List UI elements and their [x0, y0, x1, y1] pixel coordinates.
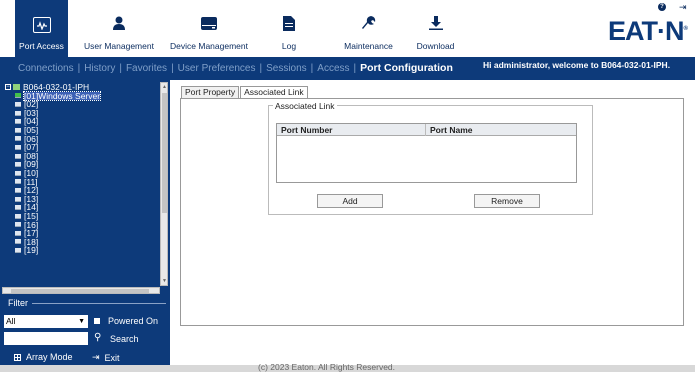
- nav-link-history[interactable]: History: [84, 63, 115, 74]
- computer-icon: [15, 205, 21, 211]
- computer-icon: [15, 170, 21, 176]
- filter-label: Filter: [8, 298, 28, 308]
- tab-panel: Associated Link Port Number Port Name Ad…: [180, 98, 684, 326]
- array-mode-label: Array Mode: [26, 352, 73, 362]
- search-icon[interactable]: ⚲: [94, 332, 101, 343]
- footer: (c) 2023 Eaton. All Rights Reserved.: [0, 362, 695, 372]
- computer-icon: [15, 230, 21, 236]
- left-panel: − B064-032-01-IPH [01]Windows Server [02…: [0, 80, 170, 372]
- scrollbar-thumb[interactable]: [162, 93, 167, 213]
- computer-icon: [15, 110, 21, 116]
- top-toolbar: Port Access User Management Device Manag…: [0, 0, 695, 57]
- exit-icon: ⇥: [92, 352, 100, 362]
- collapse-icon[interactable]: −: [5, 84, 11, 91]
- group-legend: Associated Link: [273, 101, 337, 111]
- help-icon[interactable]: ?: [658, 3, 666, 11]
- remove-button[interactable]: Remove: [474, 194, 540, 208]
- computer-icon: [15, 136, 21, 142]
- computer-icon: [15, 213, 21, 219]
- column-header-port-number[interactable]: Port Number: [281, 124, 332, 136]
- copyright-text: (c) 2023 Eaton. All Rights Reserved.: [258, 362, 396, 372]
- toolbar-label: Log: [281, 41, 297, 51]
- nav-links: Connections | History | Favorites | User Prefe…: [18, 62, 453, 74]
- computer-icon: [15, 162, 21, 168]
- tree-node-port[interactable]: [19]: [5, 246, 160, 255]
- tab-port-property[interactable]: Port Property: [181, 86, 240, 98]
- nav-link-port-configuration[interactable]: Port Configuration: [360, 62, 453, 74]
- wrench-icon: [359, 13, 379, 33]
- scrollbar-thumb[interactable]: [11, 289, 149, 293]
- add-button[interactable]: Add: [317, 194, 383, 208]
- toolbar-label: Maintenance: [344, 41, 393, 51]
- computer-icon: [15, 119, 21, 125]
- download-icon: [426, 13, 446, 33]
- nav-link-favorites[interactable]: Favorites: [126, 63, 167, 74]
- nav-link-user-preferences[interactable]: User Preferences: [178, 63, 256, 74]
- toolbar-user-management[interactable]: User Management: [76, 0, 162, 57]
- nav-link-connections[interactable]: Connections: [18, 63, 74, 74]
- associated-link-table[interactable]: Port Number Port Name: [276, 123, 577, 183]
- filter-select-value: All: [6, 316, 16, 326]
- tree-vertical-scrollbar[interactable]: ▲ ▼: [160, 82, 168, 286]
- device-icon: [199, 13, 219, 33]
- user-icon: [109, 13, 129, 33]
- column-header-port-name[interactable]: Port Name: [430, 124, 473, 136]
- computer-icon: [15, 153, 21, 159]
- nav-link-sessions[interactable]: Sessions: [266, 63, 307, 74]
- search-button[interactable]: Search: [110, 334, 139, 344]
- toolbar-maintenance[interactable]: Maintenance: [341, 0, 396, 57]
- powered-on-checkbox[interactable]: [94, 318, 100, 324]
- logout-icon[interactable]: ⇥: [679, 2, 687, 13]
- device-tree-icon: [13, 84, 20, 91]
- toolbar-device-management[interactable]: Device Management: [170, 0, 248, 57]
- computer-icon: [15, 144, 21, 150]
- toolbar-label: Device Management: [170, 41, 248, 51]
- tree-horizontal-scrollbar[interactable]: [2, 287, 160, 294]
- computer-icon: [15, 222, 21, 228]
- toolbar-label: Port Access: [19, 41, 64, 51]
- toolbar-port-access[interactable]: Port Access: [15, 0, 68, 57]
- port-tree: − B064-032-01-IPH [01]Windows Server [02…: [5, 83, 160, 287]
- filter-select[interactable]: All ▼: [4, 315, 88, 328]
- scroll-up-icon[interactable]: ▲: [162, 84, 167, 90]
- computer-icon: [15, 179, 21, 185]
- computer-icon: [15, 127, 21, 133]
- scroll-down-icon[interactable]: ▼: [162, 278, 167, 284]
- exit-label: Exit: [104, 352, 120, 363]
- main-content: Port Property Associated Link Associated…: [170, 80, 695, 365]
- filter-search-input[interactable]: [4, 332, 88, 345]
- associated-link-group: Associated Link Port Number Port Name Ad…: [268, 101, 593, 215]
- monitor-icon: [32, 17, 51, 33]
- toolbar-label: User Management: [84, 41, 154, 51]
- eaton-logo: EAT·N®: [608, 16, 688, 46]
- nav-link-access[interactable]: Access: [317, 63, 349, 74]
- computer-icon: [15, 239, 21, 245]
- powered-on-label: Powered On: [108, 316, 159, 326]
- computer-icon: [15, 248, 21, 254]
- computer-icon: [15, 101, 21, 107]
- tree-node-label: [19]: [24, 245, 39, 256]
- welcome-message: Hi administrator, welcome to B064-032-01…: [483, 60, 671, 70]
- nav-bar: Connections | History | Favorites | User Prefe…: [0, 57, 695, 80]
- toolbar-log[interactable]: Log: [275, 0, 303, 57]
- toolbar-download[interactable]: Download: [413, 0, 458, 57]
- exit-button[interactable]: ⇥ Exit: [92, 352, 120, 363]
- computer-icon: [15, 93, 21, 99]
- computer-icon: [15, 196, 21, 202]
- document-icon: [279, 13, 299, 33]
- table-header: Port Number Port Name: [277, 124, 576, 136]
- array-mode-button[interactable]: Array Mode: [14, 352, 73, 362]
- grid-icon: [14, 353, 21, 361]
- chevron-down-icon: ▼: [78, 318, 85, 325]
- computer-icon: [15, 187, 21, 193]
- toolbar-label: Download: [416, 41, 455, 51]
